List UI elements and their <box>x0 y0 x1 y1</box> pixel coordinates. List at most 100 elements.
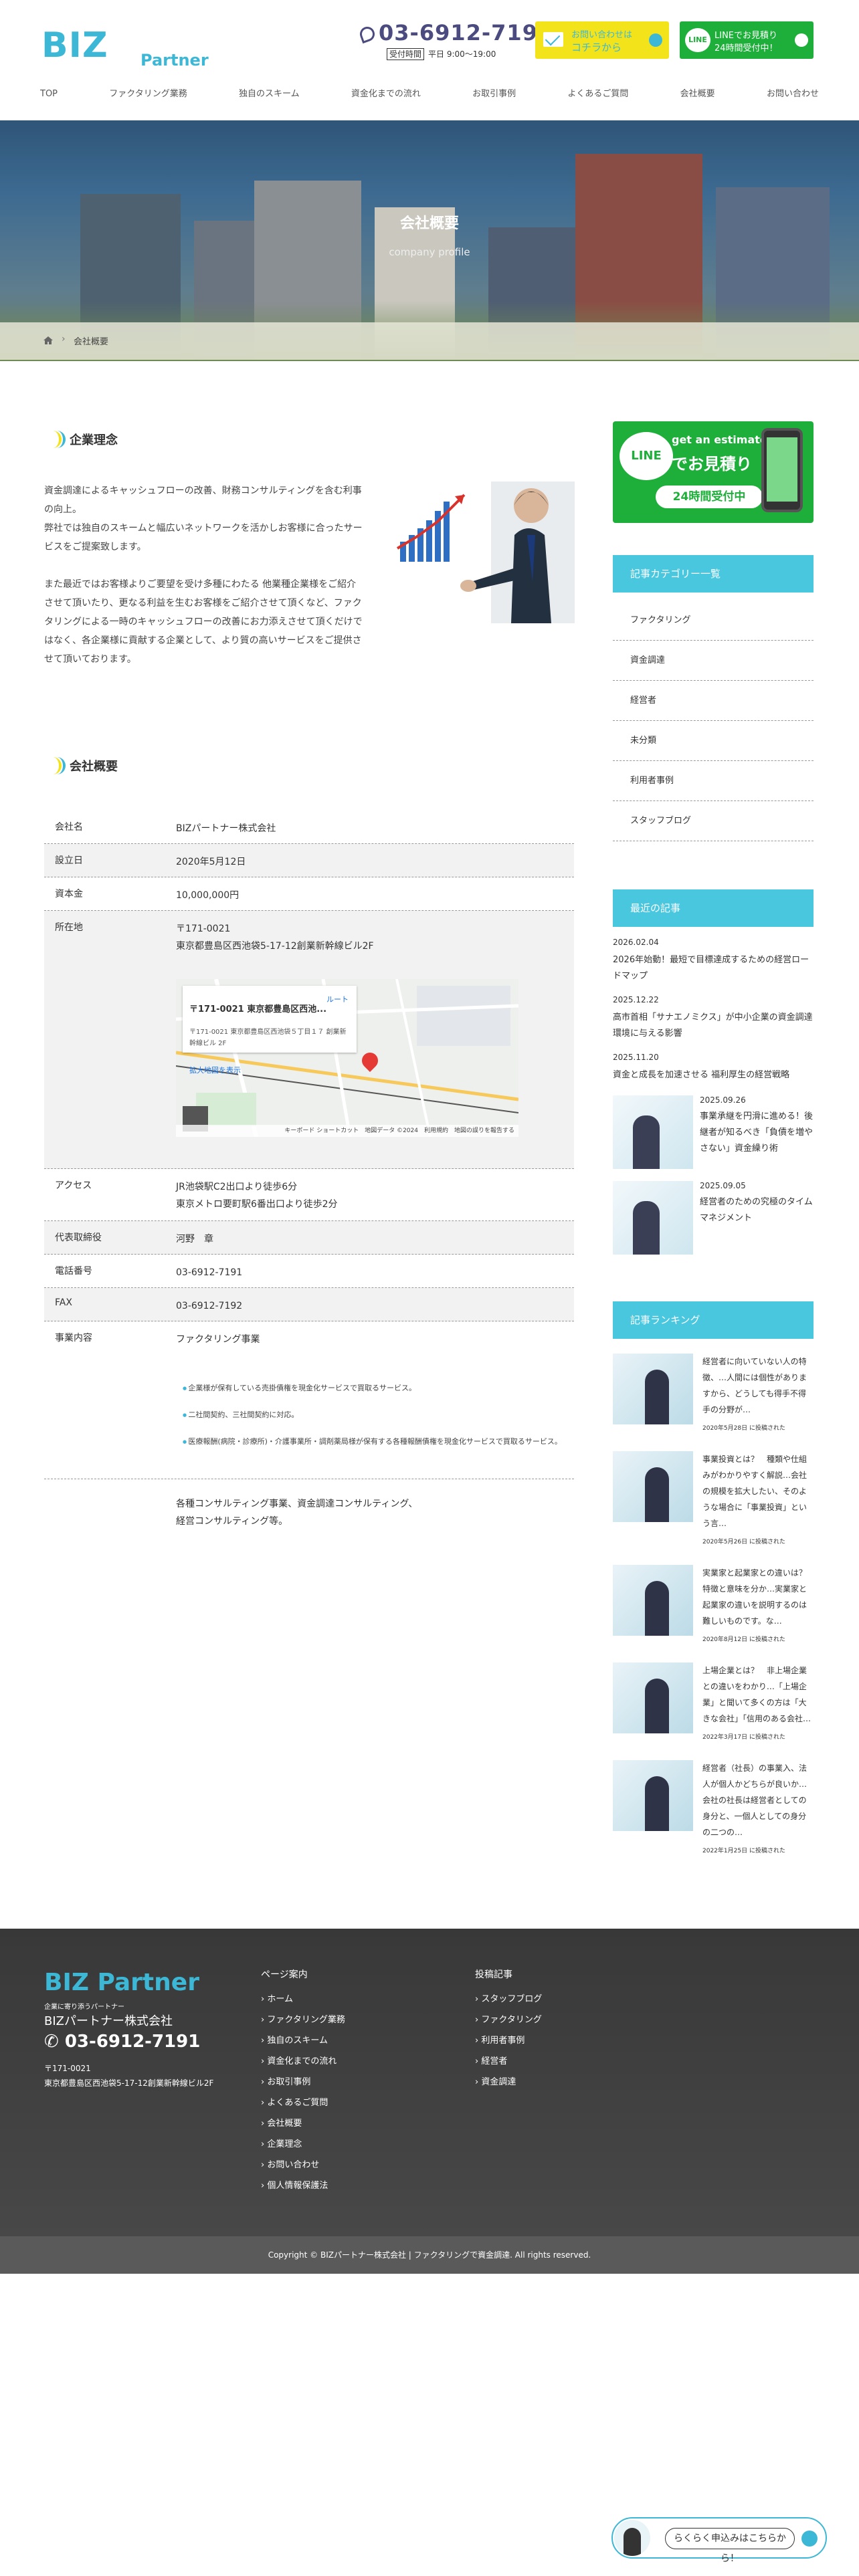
arrow-right-icon <box>795 33 808 47</box>
philosophy-heading: 企業理念 <box>44 431 118 457</box>
category-link[interactable]: 資金調達 <box>613 641 814 681</box>
footer-link[interactable]: ファクタリング業務 <box>261 2010 345 2030</box>
widget-title: 記事カテゴリー一覧 <box>613 555 814 593</box>
nav-item[interactable]: お取引事例 <box>472 84 516 104</box>
profile-heading: 会社概要 <box>44 757 118 784</box>
table-row: 会社名 BIZパートナー株式会社 <box>44 811 574 844</box>
footer-page-nav: ページ案内 ホーム ファクタリング業務 独自のスキーム 資金化までの流れ お取引… <box>261 1967 345 2196</box>
row-value: 03-6912-7192 <box>176 1301 243 1311</box>
list-item: 医療報酬(病院・診療所)・介護事業所・調剤薬局様が保有する各種報酬債権を現金化サ… <box>183 1435 574 1448</box>
banner-caption: get an estimate <box>672 433 767 446</box>
nav-item[interactable]: 資金化までの流れ <box>351 84 421 104</box>
post-link[interactable]: 2026年始動！最短で目標達成するための経営ロードマップ <box>613 952 814 984</box>
ranking-item[interactable]: 事業投資とは？ 種類や仕組みがわかりやすく解説…会社の規模を拡大したい、そのよう… <box>613 1451 814 1550</box>
nav-item[interactable]: 会社概要 <box>680 84 715 104</box>
table-row: アクセス JR池袋駅C2出口より徒歩6分 東京メトロ要町駅6番出口より徒歩2分 <box>44 1169 574 1221</box>
category-link[interactable]: ファクタリング <box>613 601 814 641</box>
footer-link[interactable]: お問い合わせ <box>261 2155 345 2175</box>
table-row: 資本金 10,000,000円 <box>44 877 574 911</box>
list-item: 企業様が保有している売掛債権を現金化サービスで買取るサービス。 <box>183 1382 574 1395</box>
row-value: ファクタリング事業 <box>176 1334 260 1345</box>
ranking-widget: 記事ランキング 経営者に向いていない人の特徴、…人間には個性がありますから、どう… <box>613 1301 814 1859</box>
contact-mail-button[interactable]: お問い合わせは コチラから <box>535 21 669 59</box>
quick-apply-button[interactable]: らくらく申込みはこちらから！ <box>611 2517 827 2564</box>
category-link[interactable]: 利用者事例 <box>613 761 814 801</box>
post-thumbnail <box>613 1565 693 1636</box>
post-item[interactable]: 2025.09.05 経営者のための究極のタイムマネジメント <box>613 1181 814 1255</box>
ranking-item[interactable]: 経営者に向いていない人の特徴、…人間には個性がありますから、どうしても得手不得手… <box>613 1354 814 1436</box>
table-row: 設立日 2020年5月12日 <box>44 844 574 877</box>
post-meta: 2022年3月17日 に投稿された <box>702 1734 785 1741</box>
header-phone[interactable]: 03-6912-7191 受付時間 平日 9:00～19:00 <box>357 20 553 63</box>
footer-link[interactable]: 経営者 <box>475 2051 542 2072</box>
post-link[interactable]: 高市首相「サナエノミクス」が中小企業の資金調達環境に与える影響 <box>613 1010 814 1042</box>
footer-phone[interactable]: ✆ 03-6912-7191 <box>44 2032 200 2052</box>
home-icon[interactable] <box>43 335 54 346</box>
ranking-item[interactable]: 経営者（社長）の事業入、法人が個人かどちらが良いか…会社の社長は経営者としての身… <box>613 1760 814 1859</box>
post-meta: 2022年1月25日 に投稿された <box>702 1848 785 1854</box>
post-date: 2025.12.22 <box>613 995 659 1004</box>
row-key: アクセス <box>55 1180 92 1191</box>
footer-link[interactable]: お取引事例 <box>261 2072 345 2092</box>
footer-link[interactable]: スタッフブログ <box>475 1989 542 2010</box>
row-value: JR池袋駅C2出口より徒歩6分 東京メトロ要町駅6番出口より徒歩2分 <box>176 1182 338 1210</box>
row-value: 10,000,000円 <box>176 890 240 901</box>
footer-link[interactable]: 資金調達 <box>475 2072 542 2092</box>
footer-link[interactable]: ファクタリング <box>475 2010 542 2030</box>
post-date: 2026.02.04 <box>613 938 659 947</box>
row-value: 2020年5月12日 <box>176 857 246 867</box>
footer-link[interactable]: ホーム <box>261 1989 345 2010</box>
nav-item[interactable]: お問い合わせ <box>767 84 819 104</box>
table-row: 電話番号 03-6912-7191 <box>44 1255 574 1288</box>
post-date: 2025.11.20 <box>613 1053 659 1062</box>
page-subtitle: company profile <box>389 246 470 258</box>
footer-link[interactable]: 個人情報保護法 <box>261 2175 345 2196</box>
google-map[interactable]: 〒171-0021 東京都豊島区西池... 〒171-0021 東京都豊島区西池… <box>176 979 518 1137</box>
line-estimate-button[interactable]: LINE LINEでお見積り 24時間受付中！ <box>680 21 814 59</box>
site-logo[interactable]: BIZ Partner <box>41 20 209 70</box>
footer-link[interactable]: よくあるご質問 <box>261 2092 345 2113</box>
footer-company: BIZパートナー株式会社 <box>44 2014 173 2028</box>
heading-mark-icon <box>44 431 66 448</box>
logo-sub: Partner <box>140 51 209 70</box>
table-row: 代表取締役 河野 章 <box>44 1221 574 1255</box>
map-route-link[interactable]: ルート <box>326 994 349 1005</box>
nav-item[interactable]: 独自のスキーム <box>239 84 300 104</box>
category-link[interactable]: スタッフブログ <box>613 801 814 841</box>
post-item[interactable]: 2025.09.26 事業承継を円滑に進める！後継者が知るべき「負債を増やさない」… <box>613 1095 814 1169</box>
post-thumbnail <box>613 1760 693 1831</box>
table-row: 所在地 〒171-0021 東京都豊島区西池袋5-17-12創業新幹線ビル2F <box>44 911 574 1169</box>
post-date: 2025.09.05 <box>700 1181 746 1190</box>
line-estimate-banner[interactable]: LINE get an estimate でお見積り 24時間受付中 <box>613 421 814 523</box>
post-meta: 2020年5月26日 に投稿された <box>702 1539 785 1545</box>
post-link[interactable]: 資金と成長を加速させる 福利厚生の経営戦略 <box>613 1067 814 1083</box>
footer-link[interactable]: 利用者事例 <box>475 2030 542 2051</box>
nav-item[interactable]: よくあるご質問 <box>567 84 628 104</box>
footer-link[interactable]: 資金化までの流れ <box>261 2051 345 2072</box>
arrow-right-icon <box>649 33 662 47</box>
category-link[interactable]: 経営者 <box>613 681 814 721</box>
row-value: 〒171-0021 東京都豊島区西池袋5-17-12創業新幹線ビル2F <box>176 924 374 952</box>
footer-logo[interactable]: BIZ Partner <box>44 1969 199 1996</box>
footer-link[interactable]: 独自のスキーム <box>261 2030 345 2051</box>
post-title: 事業投資とは？ 種類や仕組みがわかりやすく解説…会社の規模を拡大したい、そのよう… <box>702 1455 807 1528</box>
business-list: 企業様が保有している売掛債権を現金化サービスで買取るサービス。 二社間契約、三社… <box>183 1368 574 1462</box>
logo-text: BIZ <box>41 25 108 66</box>
ranking-item[interactable]: 実業家と起業家との違いは？特徴と意味を分か…実業家と起業家の違いを説明するのは難… <box>613 1565 814 1648</box>
post-meta: 2020年5月28日 に投稿された <box>702 1425 785 1432</box>
business-extra: 各種コンサルティング事業、資金調達コンサルティング、 経営コンサルティング等。 <box>176 1499 418 1527</box>
post-thumbnail <box>613 1354 693 1424</box>
post-thumbnail <box>613 1095 693 1169</box>
category-link[interactable]: 未分類 <box>613 721 814 761</box>
footer-link[interactable]: 企業理念 <box>261 2134 345 2155</box>
map-enlarge-link[interactable]: 拡大地図を表示 <box>189 1065 350 1076</box>
post-date: 2025.09.26 <box>700 1095 746 1105</box>
post-title: 事業承継を円滑に進める！後継者が知るべき「負債を増やさない」資金繰り術 <box>700 1111 814 1154</box>
breadcrumb-current: 会社概要 <box>74 337 109 347</box>
ranking-item[interactable]: 上場企業とは？ 非上場企業との違いをわかり…「上場企業」と聞いて多くの方は「大き… <box>613 1662 814 1745</box>
nav-item[interactable]: ファクタリング業務 <box>109 84 187 104</box>
table-row: FAX 03-6912-7192 <box>44 1288 574 1321</box>
map-card-title: 〒171-0021 東京都豊島区西池... <box>189 1004 327 1014</box>
footer-link[interactable]: 会社概要 <box>261 2113 345 2134</box>
nav-item[interactable]: TOP <box>40 84 58 104</box>
